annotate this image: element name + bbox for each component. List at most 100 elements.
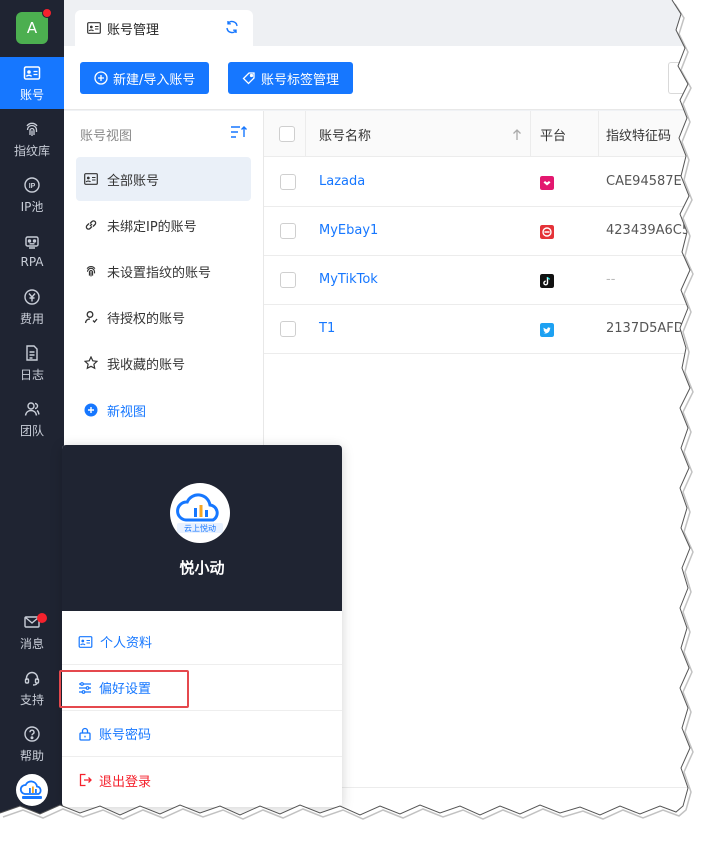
main-nav: A 账号 指纹库 IP IP池 RPA 费用 日志 团队 消息 支持 帮助: [0, 0, 64, 825]
tab-label: 账号管理: [107, 22, 160, 38]
nav-label: 费用: [19, 311, 44, 326]
document-icon: [26, 344, 38, 361]
popup-header: 云上悦动 悦小动: [62, 445, 342, 611]
menu-label: 账号密码: [99, 728, 152, 743]
robot-icon: [25, 236, 39, 249]
table-row[interactable]: T1 2137D5AFD: [264, 305, 690, 354]
new-import-account-button[interactable]: 新建/导入账号: [80, 62, 210, 94]
nav-item-logs[interactable]: 日志: [0, 337, 64, 389]
view-favorites[interactable]: 我收藏的账号: [76, 341, 251, 385]
column-header-account-name[interactable]: 账号名称: [319, 111, 371, 157]
plus-circle-icon: [84, 403, 98, 417]
table-row[interactable]: MyTikTok --: [264, 256, 690, 305]
fingerprint-code: CAE94587E: [606, 174, 682, 189]
cloud-logo-icon: [19, 780, 42, 799]
table-row[interactable]: MyEbay1 423439A6C5: [264, 207, 690, 256]
menu-label: 个人资料: [100, 636, 153, 651]
avatar-letter: A: [26, 19, 38, 37]
view-unbound-ip[interactable]: 未绑定IP的账号: [76, 203, 251, 247]
table-row[interactable]: Lazada CAE94587E: [264, 158, 690, 207]
profile-card-icon: [78, 635, 93, 648]
fingerprint-code: 423439A6C5: [606, 223, 690, 238]
nav-item-team[interactable]: 团队: [0, 393, 64, 445]
highlight-box-preferences: [59, 670, 189, 708]
cloud-logo-icon: 云上悦动: [176, 493, 223, 533]
nav-item-ip-pool[interactable]: IP IP池: [0, 169, 64, 221]
row-checkbox[interactable]: [280, 321, 296, 337]
fingerprint-icon: [86, 266, 96, 277]
account-tag-manage-button[interactable]: 账号标签管理: [228, 62, 354, 94]
user-menu-logo[interactable]: [16, 774, 48, 806]
menu-item-account-password[interactable]: 账号密码: [62, 711, 342, 757]
nav-item-billing[interactable]: 费用: [0, 281, 64, 333]
select-all-checkbox[interactable]: [279, 126, 295, 142]
logout-icon: [79, 773, 92, 787]
nav-item-support[interactable]: 支持: [0, 662, 64, 714]
user-pending-icon: [84, 311, 98, 324]
views-title: 账号视图: [80, 129, 133, 144]
sort-icon[interactable]: [230, 125, 248, 139]
fingerprint-code: --: [606, 272, 616, 287]
refresh-icon[interactable]: [225, 20, 239, 34]
nav-item-help[interactable]: 帮助: [0, 718, 64, 770]
menu-label: 退出登录: [99, 774, 152, 790]
menu-item-logout[interactable]: 退出登录: [62, 757, 342, 803]
sort-arrow-icon[interactable]: [512, 129, 522, 141]
search-input[interactable]: [668, 62, 690, 94]
nav-label: RPA: [20, 255, 44, 269]
menu-item-profile[interactable]: 个人资料: [62, 619, 342, 665]
column-divider: [305, 111, 306, 157]
row-checkbox[interactable]: [280, 223, 296, 239]
headset-icon: [24, 671, 40, 686]
twitter-icon: [540, 323, 554, 337]
notification-dot: [42, 8, 52, 18]
view-label: 待授权的账号: [107, 311, 186, 327]
column-divider: [530, 111, 531, 157]
nav-label: 消息: [19, 636, 44, 651]
nav-item-messages[interactable]: 消息: [0, 606, 64, 658]
id-card-icon: [87, 22, 101, 34]
star-icon: [84, 356, 98, 370]
view-all-accounts[interactable]: 全部账号: [76, 157, 251, 201]
link-icon: [85, 220, 97, 230]
nav-label: 团队: [19, 423, 44, 438]
nav-label: 日志: [19, 367, 44, 382]
fingerprint-icon: [26, 122, 38, 136]
column-header-fingerprint[interactable]: 指纹特征码: [606, 111, 671, 157]
fingerprint-code: 2137D5AFD: [606, 321, 684, 336]
brand-logo: 云上悦动: [170, 483, 230, 543]
lock-icon: [79, 727, 91, 741]
account-name-link[interactable]: T1: [319, 321, 335, 336]
team-icon: [24, 401, 40, 416]
id-card-icon: [23, 65, 41, 80]
tag-icon: [242, 72, 255, 85]
row-checkbox[interactable]: [280, 272, 296, 288]
id-card-icon: [84, 173, 98, 185]
nav-item-rpa[interactable]: RPA: [0, 225, 64, 277]
tab-account-management[interactable]: 账号管理: [75, 10, 253, 46]
nav-label: 支持: [19, 692, 44, 707]
button-label: 新建/导入账号: [113, 72, 196, 88]
nav-item-fingerprint[interactable]: 指纹库: [0, 113, 64, 165]
view-no-fingerprint[interactable]: 未设置指纹的账号: [76, 249, 251, 293]
message-badge: [37, 613, 47, 623]
ebay-icon: [540, 225, 554, 239]
account-name-link[interactable]: Lazada: [319, 174, 365, 189]
view-pending-auth[interactable]: 待授权的账号: [76, 295, 251, 339]
new-view-button[interactable]: 新视图: [76, 388, 251, 432]
plus-circle-icon: [94, 71, 108, 85]
view-label: 全部账号: [107, 173, 160, 189]
button-label: 账号标签管理: [261, 72, 340, 88]
column-label: 指纹特征码: [606, 128, 672, 144]
user-menu-popup: 云上悦动 悦小动 个人资料 偏好设置 账号密码 退出登录: [62, 445, 342, 807]
lazada-icon: [540, 176, 554, 190]
nav-label: 帮助: [19, 748, 44, 763]
nav-item-accounts[interactable]: 账号: [0, 57, 64, 109]
view-label: 新视图: [107, 404, 147, 420]
account-name-link[interactable]: MyEbay1: [319, 223, 378, 238]
column-header-platform[interactable]: 平台: [540, 111, 566, 157]
row-checkbox[interactable]: [280, 174, 296, 190]
nav-label: IP池: [20, 199, 44, 214]
user-avatar[interactable]: A: [16, 8, 52, 44]
account-name-link[interactable]: MyTikTok: [319, 272, 378, 287]
